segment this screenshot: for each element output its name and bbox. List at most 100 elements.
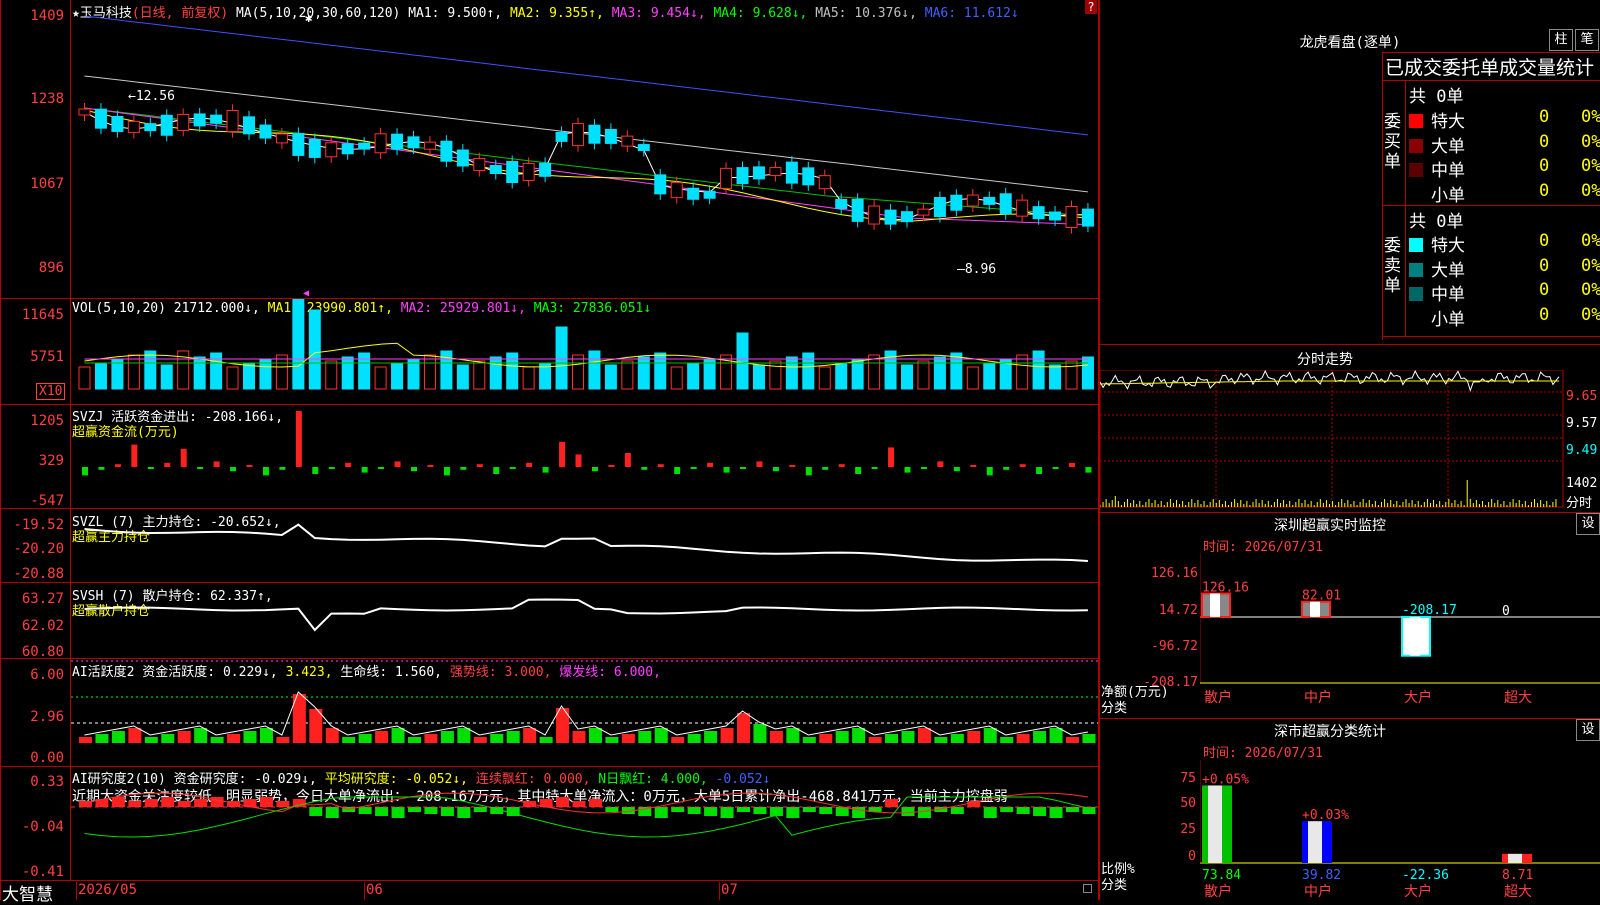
candle-body [78,108,91,116]
classify-settings-button[interactable]: 设 [1576,719,1600,741]
flow-bar [345,462,352,467]
activity-bar [79,737,92,743]
research-bar [1033,807,1047,816]
classify-title: 深市超赢分类统计 [1274,724,1386,740]
tick-view-button[interactable]: 笔 [1575,29,1599,51]
flow-bar [411,467,417,472]
research-bar [408,807,421,812]
main-force-position-chart [84,523,1088,562]
flow-bar [180,448,187,467]
candle-body [851,198,864,222]
flow-bar [82,467,88,476]
buy-order-swatch [1409,138,1423,153]
buy-order-row: 小单 0 0% [1409,181,1600,206]
volume-bar [835,362,848,390]
research-bar [704,807,718,816]
ytick-svsh-0: 63.27 [21,591,64,607]
sell-order-swatch [1409,312,1423,326]
column-view-button[interactable]: 柱 [1549,29,1573,51]
flow-bar [312,467,319,474]
flow-bar [147,467,154,469]
activity-bar [802,737,816,743]
activity-bar [687,734,701,743]
ytick-svzj-2: -547 [30,493,64,509]
sell-order-count: 0 [1539,304,1550,325]
classify-top-label: +0.05% [1202,772,1249,787]
activity-bar [605,737,619,743]
activity-bar [144,737,158,743]
research-bar [950,807,964,814]
volume-bar [687,362,700,390]
candle-body [884,209,897,225]
research-bar [983,807,997,818]
lock-icon[interactable] [1083,884,1092,893]
flow-bar [970,465,977,467]
volume-bar [292,299,305,390]
activity-bar [1049,728,1063,743]
research-bar [687,807,701,814]
intraday-ytick-1: 9.57 [1566,416,1598,431]
flow-bar [657,464,664,467]
volume-bar [1016,354,1029,390]
flow-bar [378,467,385,469]
volume-bar [1081,356,1094,390]
research-bar [391,807,405,818]
research-bar [375,807,389,816]
classify-top-label: +0.03% [1302,808,1349,823]
monitor-bar-highlight [1210,593,1220,617]
buy-order-count: 0 [1539,107,1550,127]
classify-ytick-1: 50 [1180,796,1196,811]
flow-bar [427,465,434,467]
stat-tabs[interactable]: 已成交委托单成交量统计 [1385,53,1594,80]
ytick-svzl-1: -20.20 [13,541,64,557]
research-bar [161,797,175,807]
monitor-value-label: 0 [1502,604,1510,619]
realtime-monitor-chart: 126.16 散户 82.01 中户 -208.17 大户 0 超大 [1200,553,1600,706]
sell-order-row: 特大 0 0% [1409,231,1600,256]
flow-bar [1019,464,1026,467]
research-bar [358,807,372,814]
activity-bar [1000,737,1014,743]
monitor-category-label: 超大 [1504,690,1532,706]
candle-body [374,133,387,154]
candle-body [144,123,157,132]
activity-bar [901,731,915,743]
candle-body [407,136,420,149]
ytick-ai-active-2: 0.00 [30,750,64,766]
ytick-svzl-0: -19.52 [13,517,64,533]
monitor-settings-button[interactable]: 设 [1576,513,1600,535]
ytick-main-0: 1409 [30,8,64,24]
flow-bar [1085,467,1092,473]
ytick-svsh-2: 60.80 [21,644,64,660]
candle-body [522,162,535,181]
intraday-chart[interactable] [1100,370,1564,508]
research-bar [901,807,915,816]
research-bar [769,807,783,816]
activity-bar [852,728,866,743]
ma-line-2 [84,75,1088,193]
activity-bar [227,734,241,743]
activity-bar [473,737,487,743]
candlestick-chart[interactable]: ✱◀ [71,0,1098,298]
sell-orders-label: 委卖单 [1384,236,1401,296]
candle-body [966,194,979,207]
volume-bar [868,354,881,390]
activity-bar [375,731,389,743]
classify-stat-chart: 73.84散户 +0.05% 39.82中户 +0.03% -22.36大户 8.71超大 [1200,760,1600,900]
sell-order-row: 小单 0 0% [1409,305,1600,330]
volume-bar [637,356,650,390]
buy-order-pct: 0% [1581,156,1600,176]
retail-line [84,598,1088,632]
flow-bar [756,461,763,467]
flow-bar [740,467,746,469]
activity-bar [753,724,767,743]
candle-body [835,198,848,209]
research-bar [128,801,142,807]
sell-total: 共 0单 [1409,212,1464,232]
dragon-tiger-title: 龙虎看盘(逐单) [1299,35,1401,51]
monitor-ytick-2: -96.72 [1151,639,1198,654]
flow-bar [1036,467,1043,474]
flow-bar [246,465,253,467]
volume-bar [654,352,667,390]
candle-body [621,135,634,147]
